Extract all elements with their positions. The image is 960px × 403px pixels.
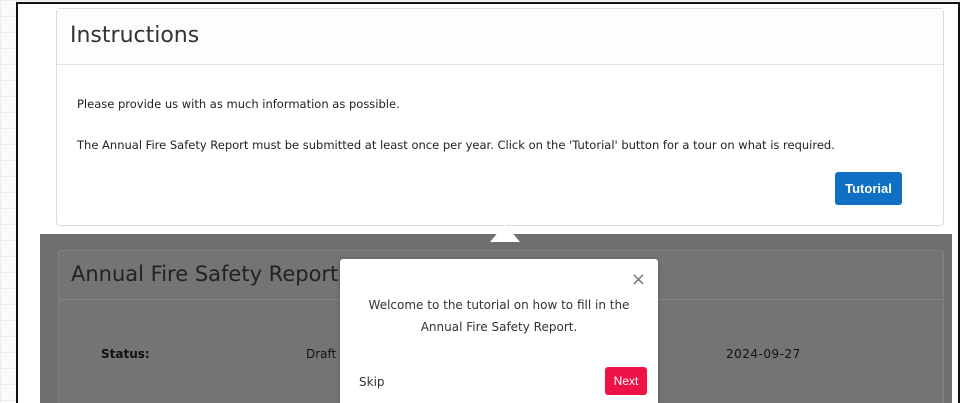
instructions-line-2: The Annual Fire Safety Report must be su… [77, 138, 835, 152]
instructions-header: Instructions [57, 9, 943, 65]
skip-link[interactable]: Skip [359, 375, 385, 389]
tutorial-popover: × Welcome to the tutorial on how to fill… [340, 259, 658, 403]
report-date: 2024-09-27 [726, 347, 801, 361]
report-title: Annual Fire Safety Report [71, 262, 339, 286]
instructions-panel: Instructions Please provide us with as m… [56, 8, 944, 226]
status-label: Status: [101, 347, 150, 361]
tutorial-message: Welcome to the tutorial on how to fill i… [368, 298, 630, 334]
close-icon[interactable]: × [631, 271, 646, 289]
instructions-line-1: Please provide us with as much informati… [77, 97, 400, 111]
status-value: Draft [306, 347, 337, 361]
page-frame: Instructions Please provide us with as m… [16, 2, 960, 403]
instructions-title: Instructions [70, 23, 200, 48]
next-button[interactable]: Next [605, 367, 647, 395]
popover-arrow [490, 224, 520, 242]
tutorial-button[interactable]: Tutorial [835, 172, 902, 205]
